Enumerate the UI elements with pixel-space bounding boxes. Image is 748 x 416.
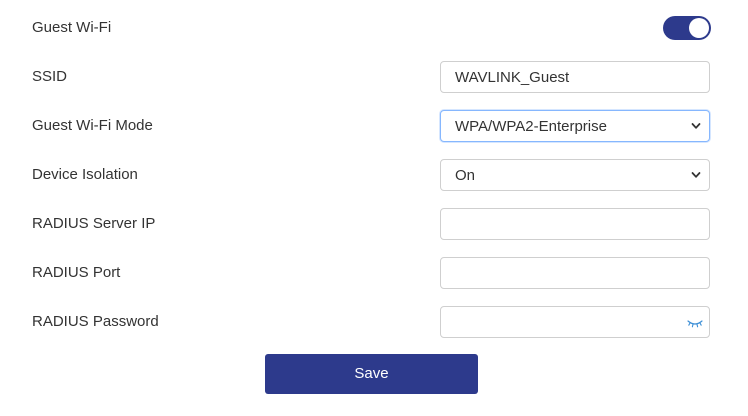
save-button[interactable]: Save xyxy=(265,354,478,394)
guest-wifi-label: Guest Wi-Fi xyxy=(32,19,112,36)
ssid-label: SSID xyxy=(32,68,68,85)
device-isolation-label: Device Isolation xyxy=(32,166,138,183)
device-isolation-select[interactable]: On xyxy=(440,159,710,191)
radius-password-input[interactable] xyxy=(440,306,710,338)
radius-server-ip-label: RADIUS Server IP xyxy=(32,215,156,232)
eye-closed-icon[interactable] xyxy=(687,318,703,328)
radius-port-input[interactable] xyxy=(440,257,710,289)
guest-wifi-toggle[interactable] xyxy=(663,16,711,40)
chevron-down-icon xyxy=(691,123,701,129)
chevron-down-icon xyxy=(691,172,701,178)
radius-port-label: RADIUS Port xyxy=(32,264,121,281)
radius-server-ip-input[interactable] xyxy=(440,208,710,240)
ssid-value: WAVLINK_Guest xyxy=(455,69,570,86)
ssid-input[interactable]: WAVLINK_Guest xyxy=(440,61,710,93)
guest-wifi-mode-label: Guest Wi-Fi Mode xyxy=(32,117,153,134)
device-isolation-value: On xyxy=(455,167,476,184)
radius-password-label: RADIUS Password xyxy=(32,313,159,330)
guest-wifi-mode-value: WPA/WPA2-Enterprise xyxy=(455,118,607,135)
toggle-knob xyxy=(689,18,709,38)
guest-wifi-mode-select[interactable]: WPA/WPA2-Enterprise xyxy=(440,110,710,142)
